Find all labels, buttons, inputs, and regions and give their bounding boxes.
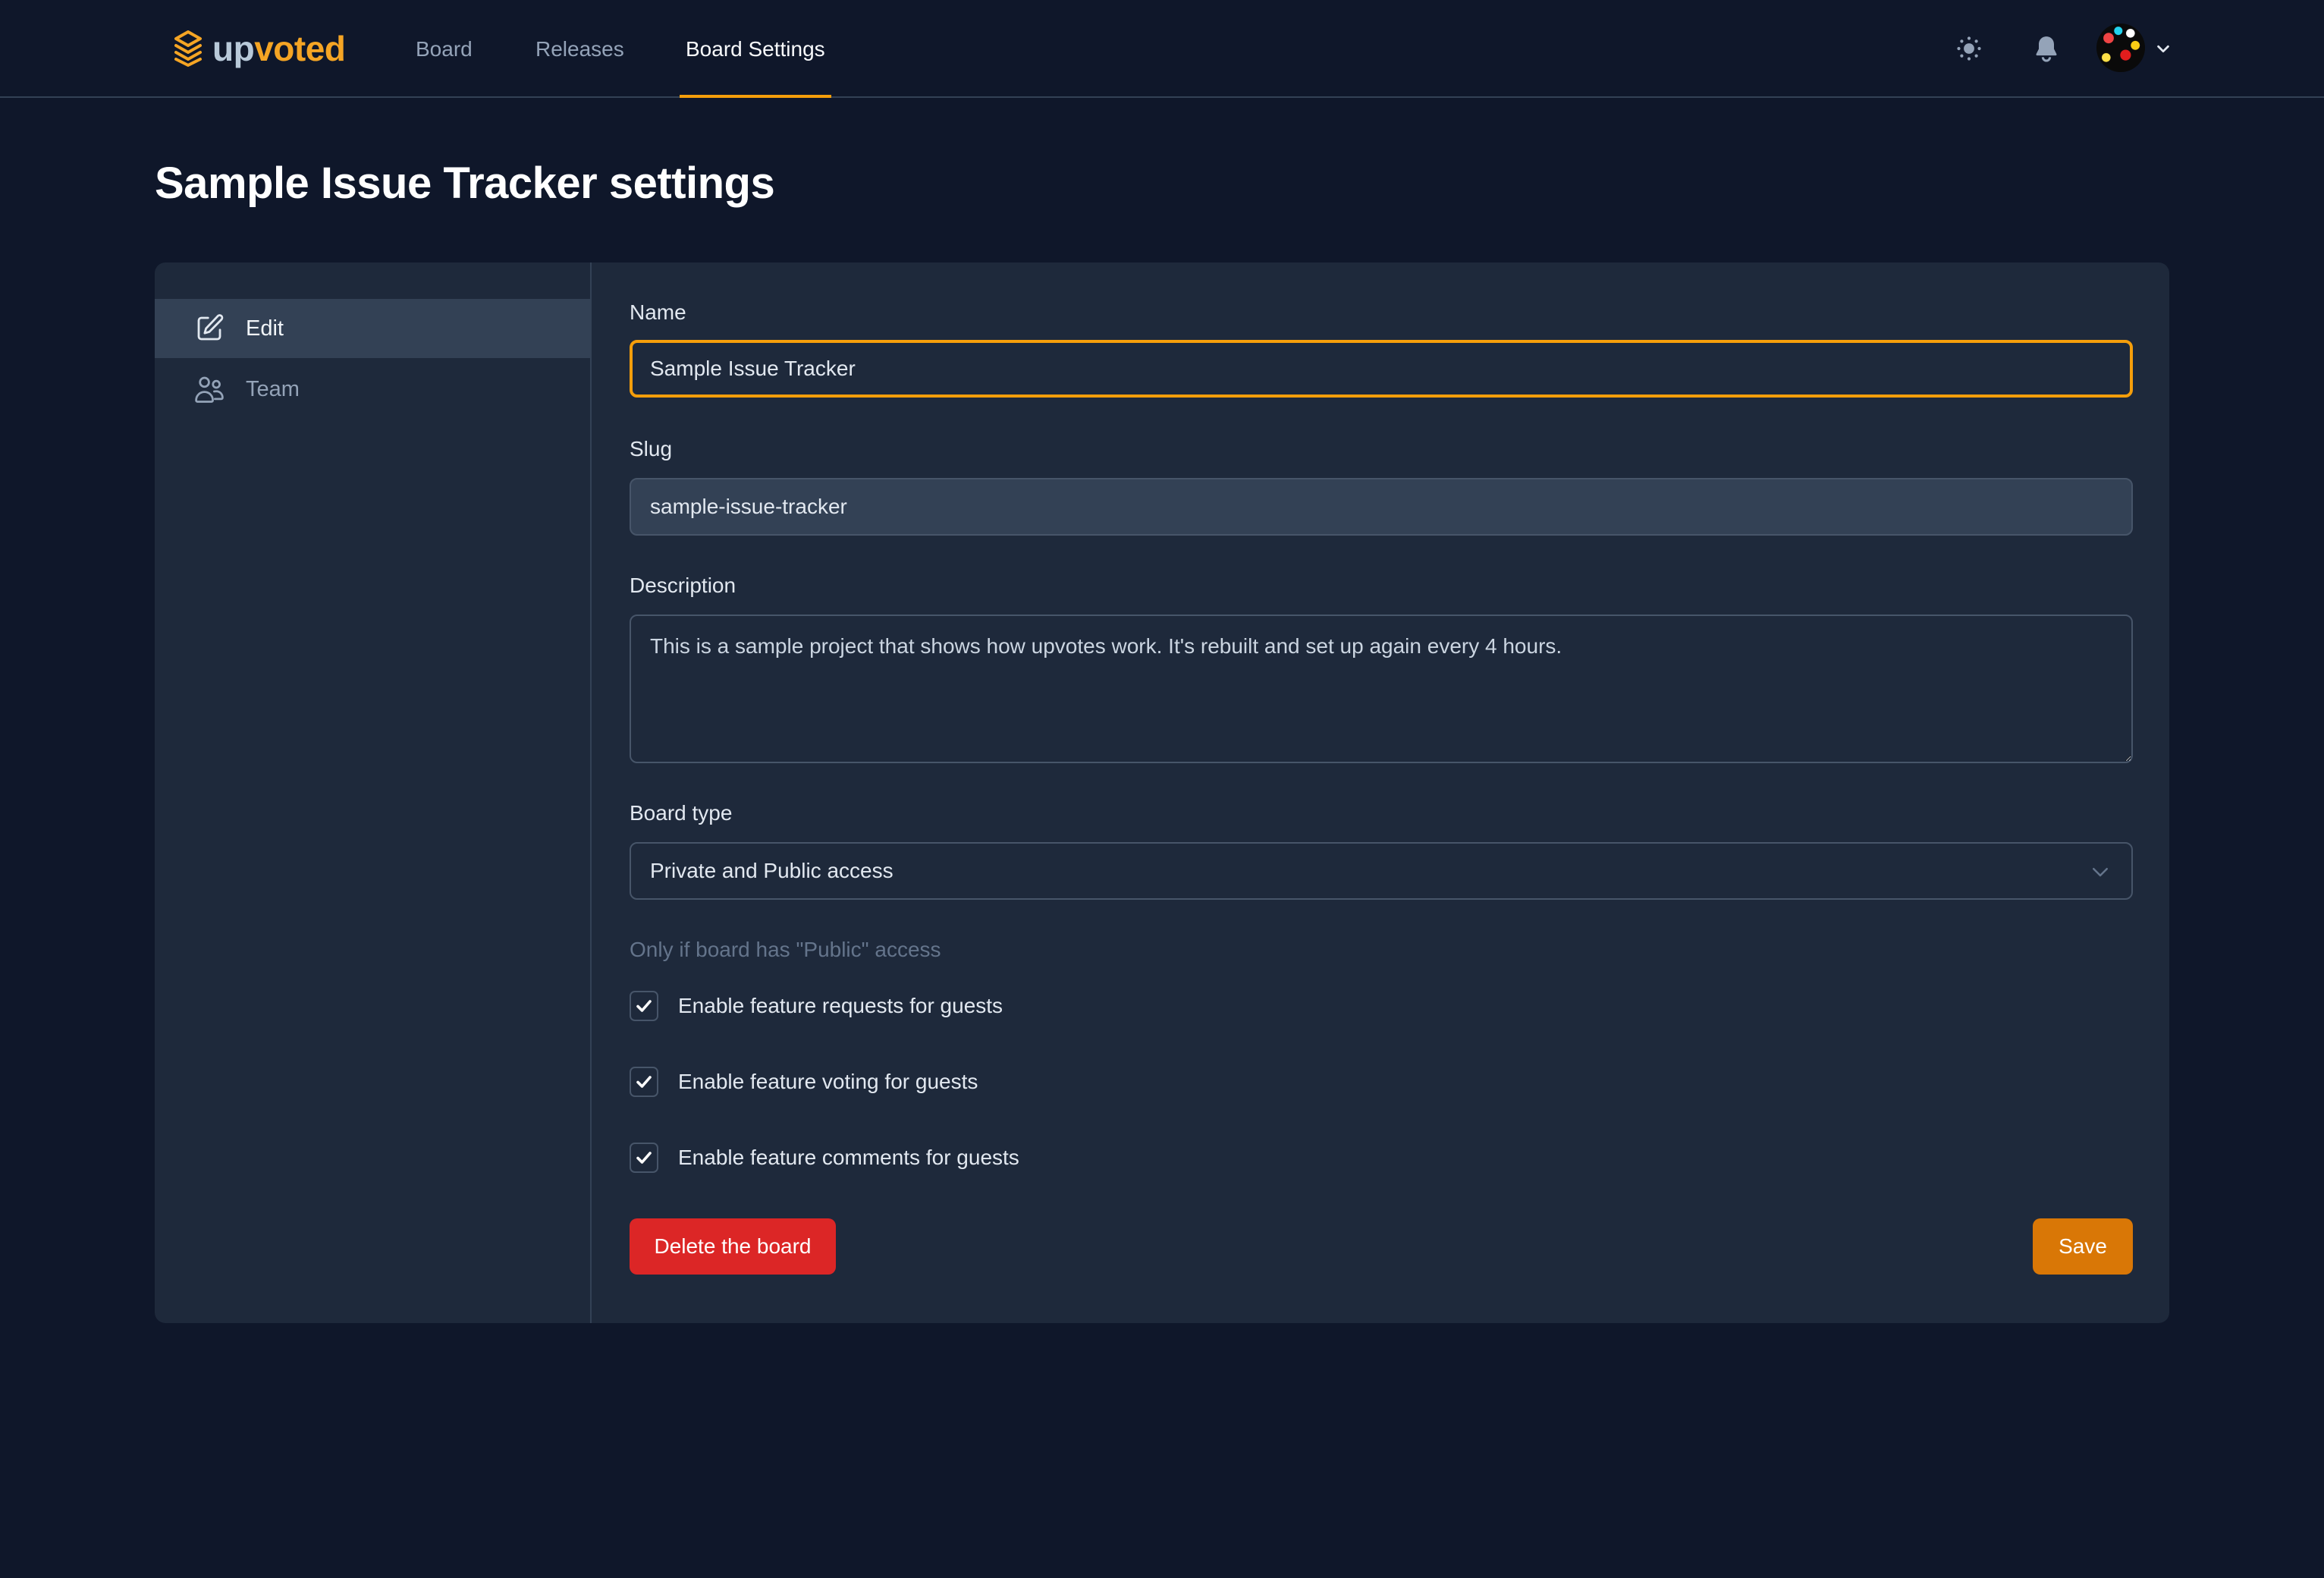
user-avatar[interactable] — [2096, 24, 2145, 72]
checkmark-icon — [636, 1152, 652, 1164]
description-label: Description — [630, 574, 736, 597]
logo-text-voted: voted — [254, 29, 346, 68]
guest-feature-voting-checkbox-row[interactable]: Enable feature voting for guests — [630, 1067, 978, 1097]
slug-input[interactable] — [630, 478, 2133, 536]
checkbox-label: Enable feature voting for guests — [678, 1070, 978, 1093]
users-icon — [193, 372, 226, 406]
sidebar-item-label: Team — [246, 376, 300, 401]
sidebar-item-label: Edit — [246, 316, 284, 341]
delete-board-button[interactable]: Delete the board — [630, 1218, 836, 1275]
description-textarea[interactable]: This is a sample project that shows how … — [630, 615, 2133, 763]
public-access-hint: Only if board has "Public" access — [630, 938, 941, 961]
logo-text-up: up — [212, 29, 255, 68]
logo-text: upvoted — [212, 29, 346, 68]
checkbox-label: Enable feature comments for guests — [678, 1146, 1019, 1169]
settings-sidebar: Edit Team — [155, 262, 592, 1323]
user-menu-toggle[interactable] — [2151, 36, 2175, 61]
sidebar-item-edit[interactable]: Edit — [155, 299, 590, 358]
guest-feature-comments-checkbox-row[interactable]: Enable feature comments for guests — [630, 1143, 1019, 1173]
name-label: Name — [630, 300, 686, 324]
settings-panel: Edit Team Name Slug Description This is … — [155, 262, 2169, 1323]
layers-icon — [174, 30, 202, 67]
page-title: Sample Issue Tracker settings — [155, 159, 775, 208]
board-type-selected-value: Private and Public access — [650, 859, 893, 882]
checkmark-icon — [636, 1076, 652, 1088]
board-type-label: Board type — [630, 801, 733, 825]
nav-board[interactable]: Board — [416, 0, 473, 98]
nav-board-settings[interactable]: Board Settings — [680, 0, 831, 98]
pencil-square-icon — [193, 312, 226, 345]
sun-icon — [1957, 36, 1981, 61]
bell-icon — [2036, 36, 2057, 62]
chevron-down-icon — [2093, 868, 2108, 877]
guest-feature-comments-checkbox[interactable] — [630, 1143, 658, 1173]
checkmark-icon — [636, 1000, 652, 1012]
checkbox-label: Enable feature requests for guests — [678, 994, 1003, 1017]
guest-feature-requests-checkbox[interactable] — [630, 991, 658, 1021]
save-button[interactable]: Save — [2033, 1218, 2133, 1275]
name-input[interactable] — [630, 340, 2133, 398]
notifications-button[interactable] — [2025, 27, 2068, 70]
nav-releases[interactable]: Releases — [535, 0, 624, 98]
board-type-select[interactable]: Private and Public access — [630, 842, 2133, 900]
sidebar-item-team[interactable]: Team — [155, 360, 590, 419]
theme-toggle-button[interactable] — [1948, 27, 1990, 70]
slug-label: Slug — [630, 437, 673, 461]
guest-feature-requests-checkbox-row[interactable]: Enable feature requests for guests — [630, 991, 1003, 1021]
guest-feature-voting-checkbox[interactable] — [630, 1067, 658, 1097]
top-navbar: upvoted Board Releases Board Settings — [0, 0, 2324, 98]
logo[interactable]: upvoted — [173, 27, 346, 70]
chevron-down-icon — [2157, 45, 2169, 53]
